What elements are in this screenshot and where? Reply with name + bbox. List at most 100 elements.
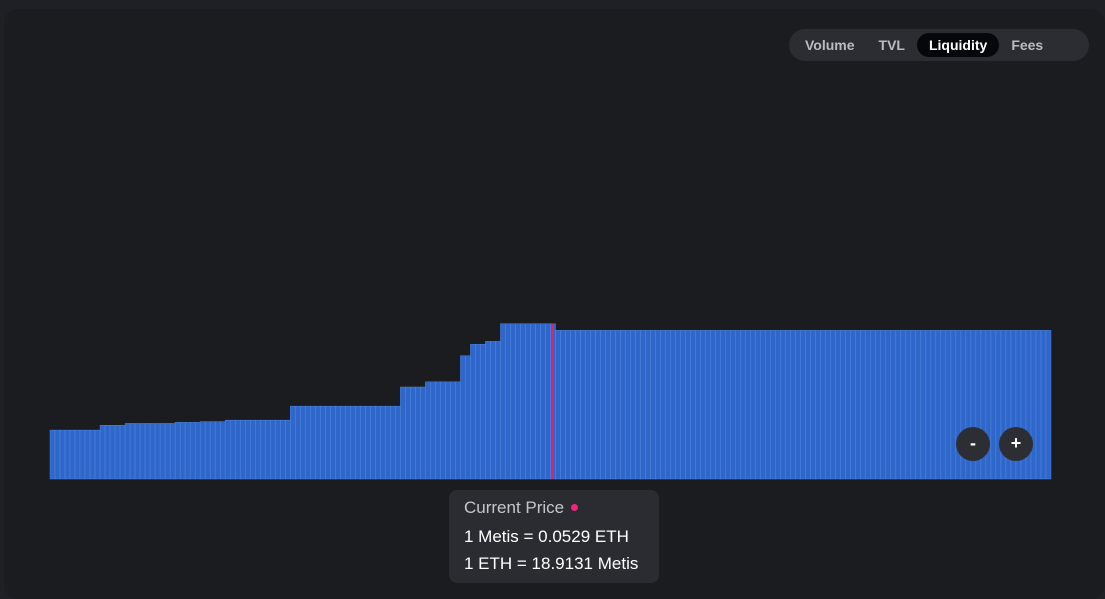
- liquidity-bar: [214, 421, 221, 480]
- liquidity-bar: [935, 330, 942, 480]
- liquidity-bar: [765, 330, 771, 480]
- liquidity-bar: [79, 429, 86, 480]
- liquidity-bar: [630, 330, 636, 480]
- liquidity-bar: [239, 419, 246, 480]
- liquidity-bar: [685, 330, 691, 480]
- liquidity-bar: [840, 330, 846, 480]
- liquidity-bar: [174, 422, 181, 480]
- liquidity-bar: [144, 423, 151, 480]
- liquidity-bar: [665, 330, 671, 480]
- liquidity-bar: [149, 423, 156, 480]
- liquidity-bar: [600, 330, 606, 480]
- liquidity-bar: [470, 344, 476, 480]
- liquidity-bar: [860, 330, 867, 480]
- liquidity-bar: [490, 341, 496, 480]
- liquidity-bar: [660, 330, 666, 480]
- tab-volume[interactable]: Volume: [793, 33, 867, 57]
- liquidity-bar: [124, 423, 131, 480]
- liquidity-bar: [880, 330, 887, 480]
- liquidity-bar: [189, 422, 196, 480]
- liquidity-bar: [194, 422, 201, 480]
- liquidity-bar: [850, 330, 856, 480]
- tooltip-title: Current Price: [464, 498, 565, 517]
- zoom-out-button[interactable]: -: [956, 427, 990, 461]
- liquidity-bar: [790, 330, 796, 480]
- liquidity-bar: [89, 429, 96, 480]
- liquidity-bar: [635, 330, 641, 480]
- tooltip-title-row: Current Price: [464, 498, 644, 520]
- liquidity-bar: [54, 429, 61, 480]
- page-background: Volume TVL Liquidity Fees - + Current Pr…: [0, 0, 1105, 599]
- tooltip-price-line-2: 1 ETH = 18.9131 Metis: [464, 554, 639, 573]
- liquidity-bar: [985, 330, 992, 480]
- liquidity-bar: [460, 355, 466, 480]
- liquidity-bar: [930, 330, 937, 480]
- liquidity-bar: [204, 421, 211, 480]
- chart-tabs: Volume TVL Liquidity Fees: [789, 29, 1089, 61]
- liquidity-bar: [595, 330, 601, 480]
- liquidity-bar: [64, 429, 71, 480]
- liquidity-bar: [585, 330, 591, 480]
- liquidity-bar: [164, 423, 171, 480]
- liquidity-bar: [775, 330, 781, 480]
- liquidity-bar: [350, 405, 356, 480]
- liquidity-bar: [355, 405, 361, 480]
- liquidity-bar: [750, 330, 756, 480]
- liquidity-bar: [785, 330, 791, 480]
- liquidity-bar: [770, 330, 776, 480]
- liquidity-bar: [780, 330, 786, 480]
- liquidity-bar: [525, 323, 531, 480]
- liquidity-bar: [209, 421, 216, 480]
- liquidity-bar: [400, 386, 406, 480]
- liquidity-bar: [420, 386, 426, 480]
- liquidity-bar: [725, 330, 731, 480]
- liquidity-bar: [430, 381, 436, 480]
- zoom-in-button[interactable]: +: [999, 427, 1033, 461]
- liquidity-bar: [705, 330, 711, 480]
- liquidity-bar: [295, 405, 301, 480]
- liquidity-bar: [655, 330, 661, 480]
- liquidity-bar: [805, 330, 811, 480]
- liquidity-bar: [385, 405, 391, 480]
- liquidity-bar: [234, 419, 241, 480]
- liquidity-bar: [395, 405, 401, 480]
- liquidity-bar: [895, 330, 902, 480]
- liquidity-bar: [345, 405, 351, 480]
- tab-fees[interactable]: Fees: [999, 33, 1055, 57]
- liquidity-bar: [565, 330, 571, 480]
- liquidity-bar: [710, 330, 716, 480]
- liquidity-bar: [560, 330, 566, 480]
- liquidity-bar: [520, 323, 526, 480]
- liquidity-bar: [335, 405, 341, 480]
- liquidity-bar: [905, 330, 912, 480]
- liquidity-bar: [365, 405, 371, 480]
- liquidity-bar: [480, 344, 486, 480]
- liquidity-bar: [670, 330, 676, 480]
- liquidity-bar: [109, 425, 116, 480]
- liquidity-bar: [720, 330, 726, 480]
- liquidity-bar: [590, 330, 596, 480]
- liquidity-bar: [315, 405, 321, 480]
- liquidity-bar: [285, 419, 291, 480]
- liquidity-bar: [890, 330, 897, 480]
- liquidity-bar: [825, 330, 831, 480]
- liquidity-bar: [615, 330, 621, 480]
- liquidity-bar: [990, 330, 997, 480]
- liquidity-bar: [114, 425, 121, 480]
- liquidity-bar: [410, 386, 416, 480]
- liquidity-bar: [300, 405, 306, 480]
- liquidity-bar: [330, 405, 336, 480]
- tab-tvl[interactable]: TVL: [867, 33, 917, 57]
- liquidity-bar: [179, 422, 186, 480]
- liquidity-bar: [715, 330, 721, 480]
- liquidity-bar: [475, 344, 481, 480]
- liquidity-bar: [510, 323, 516, 480]
- liquidity-bar: [265, 419, 271, 480]
- liquidity-bar: [700, 330, 706, 480]
- liquidity-bar: [159, 423, 166, 480]
- liquidity-bar: [500, 323, 506, 480]
- liquidity-bar: [645, 330, 651, 480]
- liquidity-bar: [950, 330, 957, 480]
- tab-liquidity[interactable]: Liquidity: [916, 33, 1000, 57]
- liquidity-bar: [360, 405, 366, 480]
